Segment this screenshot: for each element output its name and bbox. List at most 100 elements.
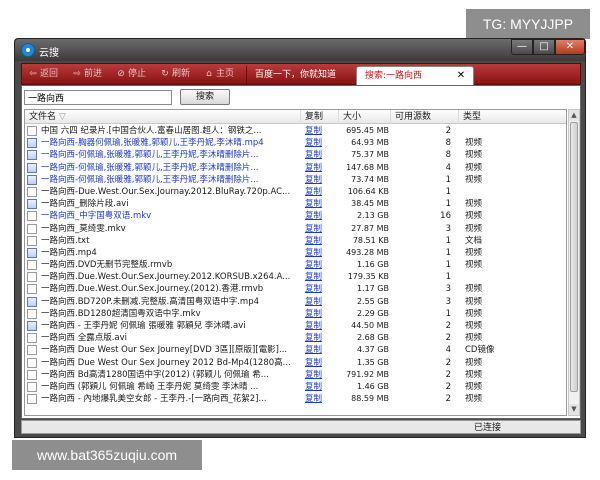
file-name[interactable]: 一路向西-何佩瑜,张暖雅,郭颖儿,王李丹妮,李沐晴删除片...: [41, 174, 303, 186]
file-name[interactable]: 一路向西-何佩瑜,张暖雅,郭颖儿,王李丹妮,李沐晴删除片...: [41, 162, 303, 174]
file-type: 视频: [465, 260, 483, 271]
copy-link[interactable]: 复制: [305, 137, 339, 149]
file-name[interactable]: 一路向西.Due.West.Our.Sex.Journey.(2012).香港.…: [41, 283, 303, 295]
file-name[interactable]: 一路向西 Bd高清1280国语中字(2012) (郭颖儿 何佩瑜 希...: [41, 369, 303, 381]
copy-link[interactable]: 复制: [305, 296, 339, 308]
table-row[interactable]: 一路向西 Due West Our Sex Journey 2012 Bd-Mp…: [25, 357, 566, 369]
tab-baidu[interactable]: 百度一下，你就知道: [246, 66, 358, 86]
scroll-up-icon[interactable]: ▲: [569, 110, 579, 121]
table-row[interactable]: 一路向西_删除片段.avi 复制 38.45 MB 1 视频: [25, 198, 566, 210]
file-name[interactable]: 一路向西 Due West Our Sex Journey[DVD 3區][原版…: [41, 344, 303, 356]
table-row[interactable]: 一路向西-何佩瑜,张暖雅,郭颖儿,王李丹妮,李沐晴删除片... 复制 73.74 M…: [25, 174, 566, 186]
table-row[interactable]: 一路向西.BD1280超清国粤双语中字.mkv 复制 2.29 GB 1 视频: [25, 308, 566, 320]
table-row[interactable]: 一路向西 Bd高清1280国语中字(2012) (郭颖儿 何佩瑜 希... 复制 7…: [25, 369, 566, 381]
forward-button[interactable]: ⇨ 前进: [72, 67, 102, 81]
file-name[interactable]: 一路向西_莫绮雯.mkv: [41, 223, 303, 235]
copy-link[interactable]: 复制: [305, 344, 339, 356]
watermark-top: TG: MYYJJPP: [466, 9, 590, 39]
file-name[interactable]: 一路向西.DVD无删节完整版.rmvb: [41, 259, 303, 271]
copy-link[interactable]: 复制: [305, 271, 339, 283]
video-file-icon: [27, 150, 37, 161]
minimize-button[interactable]: —: [511, 39, 533, 55]
scroll-down-icon[interactable]: ▼: [569, 404, 579, 415]
table-row[interactable]: 中国 六四 纪录片.[中国合伙人.富春山居图.超人：钢铁之... 复制 695.45…: [25, 125, 566, 137]
table-row[interactable]: 一路向西 Due West Our Sex Journey[DVD 3區][原版…: [25, 344, 566, 356]
table-row[interactable]: 一路向西.DVD无删节完整版.rmvb 复制 1.16 GB 1 视频: [25, 259, 566, 271]
stop-button[interactable]: ⊘ 停止: [116, 67, 146, 81]
table-row[interactable]: 一路向西.Due.West.Our.Sex.Journey.2012.KORSU…: [25, 271, 566, 283]
file-name[interactable]: 一路向西-Due.West.Our.Sex.Journay.2012.BluRa…: [41, 186, 303, 198]
column-header-sources[interactable]: 可用源数: [391, 110, 459, 124]
vertical-scrollbar[interactable]: ▲ ▼: [568, 109, 580, 416]
file-name[interactable]: 一路向西 - 內地爆乳美空女郎 - 王李丹.-[一路向西_花絮2]...: [41, 393, 303, 405]
table-row[interactable]: 一路向西.txt 复制 78.51 KB 1 文档: [25, 235, 566, 247]
copy-link[interactable]: 复制: [305, 198, 339, 210]
copy-link[interactable]: 复制: [305, 308, 339, 320]
table-row[interactable]: 一路向西_中字国粤双语.mkv 复制 2.13 GB 16 视频: [25, 210, 566, 222]
home-button[interactable]: ⌂ 主页: [204, 67, 234, 81]
table-row[interactable]: 一路向西.Due.West.Our.Sex.Journey.(2012).香港.…: [25, 283, 566, 295]
table-row[interactable]: 一路向西-何佩瑜,张暖雅,郭颖儿,王李丹妮,李沐晴删除片... 复制 147.68 …: [25, 162, 566, 174]
search-input[interactable]: [24, 90, 172, 105]
maximize-button[interactable]: □: [533, 39, 555, 55]
source-count: 1: [445, 247, 451, 258]
copy-link[interactable]: 复制: [305, 381, 339, 393]
copy-link[interactable]: 复制: [305, 369, 339, 381]
file-name[interactable]: 一路向西 全露点版.avi: [41, 332, 303, 344]
copy-link[interactable]: 复制: [305, 174, 339, 186]
file-name[interactable]: 一路向西 Due West Our Sex Journey 2012 Bd-Mp…: [41, 357, 303, 369]
table-row[interactable]: 一路向西.mp4 复制 493.28 MB 1 视频: [25, 247, 566, 259]
copy-link[interactable]: 复制: [305, 235, 339, 247]
copy-link[interactable]: 复制: [305, 210, 339, 222]
copy-link[interactable]: 复制: [305, 259, 339, 271]
file-name[interactable]: 一路向西.BD720P.未删减.完整版.高清国粤双语中字.mp4: [41, 296, 303, 308]
copy-link[interactable]: 复制: [305, 247, 339, 259]
file-name[interactable]: 一路向西_中字国粤双语.mkv: [41, 210, 303, 222]
column-header-type[interactable]: 类型: [459, 110, 566, 124]
file-size: 791.92 MB: [346, 369, 389, 379]
table-row[interactable]: 一路向西-Due.West.Our.Sex.Journay.2012.BluRa…: [25, 186, 566, 198]
source-count: 2: [445, 126, 451, 136]
table-row[interactable]: 一路向西-何佩瑜,张暖雅,郭颖儿,王李丹妮,李沐晴删除片... 复制 75.37 M…: [25, 149, 566, 161]
close-tab-icon[interactable]: ✕: [455, 70, 467, 82]
table-row[interactable]: 一路向西_莫绮雯.mkv 复制 27.87 MB 3 视频: [25, 223, 566, 235]
column-header-copy[interactable]: 复制: [301, 110, 339, 124]
copy-link[interactable]: 复制: [305, 393, 339, 405]
copy-link[interactable]: 复制: [305, 125, 339, 137]
column-header-size[interactable]: 大小: [339, 110, 391, 124]
file-name[interactable]: 一路向西_删除片段.avi: [41, 198, 303, 210]
copy-link[interactable]: 复制: [305, 357, 339, 369]
search-button[interactable]: 搜索: [180, 89, 230, 105]
table-row[interactable]: 一路向西.BD720P.未删减.完整版.高清国粤双语中字.mp4 复制 2.55 G…: [25, 296, 566, 308]
scroll-thumb[interactable]: [570, 122, 578, 392]
file-name[interactable]: 中国 六四 纪录片.[中国合伙人.富春山居图.超人：钢铁之...: [41, 125, 303, 137]
column-header-name[interactable]: 文件名 ▽: [25, 110, 301, 124]
tab-search[interactable]: 搜索:一路向西 ✕: [356, 66, 474, 86]
file-name[interactable]: 一路向西.mp4: [41, 247, 303, 259]
file-name[interactable]: 一路向西 - 王李丹妮 何佩瑜 張暖雅 郭穎兒 李沐晴.avi: [41, 320, 303, 332]
table-row[interactable]: 一路向西 全露点版.avi 复制 2.68 GB 2 视频: [25, 332, 566, 344]
copy-link[interactable]: 复制: [305, 162, 339, 174]
copy-link[interactable]: 复制: [305, 223, 339, 235]
copy-link[interactable]: 复制: [305, 186, 339, 198]
table-row[interactable]: 一路向西-胸器何佩瑜,张暖雅,郭颖儿,王李丹妮,李沐晴.mp4 复制 64.93 M…: [25, 137, 566, 149]
table-row[interactable]: 一路向西 - 王李丹妮 何佩瑜 張暖雅 郭穎兒 李沐晴.avi 复制 44.50 M…: [25, 320, 566, 332]
table-row[interactable]: 一路向西 - 內地爆乳美空女郎 - 王李丹.-[一路向西_花絮2]... 复制 88…: [25, 393, 566, 405]
file-name[interactable]: 一路向西.txt: [41, 235, 303, 247]
file-size: 2.55 GB: [356, 296, 389, 306]
file-name[interactable]: 一路向西-何佩瑜,张暖雅,郭颖儿,王李丹妮,李沐晴删除片...: [41, 149, 303, 161]
copy-link[interactable]: 复制: [305, 149, 339, 161]
close-button[interactable]: ✕: [555, 39, 585, 55]
file-name[interactable]: 一路向西.BD1280超清国粤双语中字.mkv: [41, 308, 303, 320]
table-row[interactable]: 一路向西 (郭穎儿 何佩瑜 希崎 王李丹妮 莫绮雯 李沐晴 ... 复制 1.46 …: [25, 381, 566, 393]
copy-link[interactable]: 复制: [305, 332, 339, 344]
copy-link[interactable]: 复制: [305, 283, 339, 295]
file-name[interactable]: 一路向西-胸器何佩瑜,张暖雅,郭颖儿,王李丹妮,李沐晴.mp4: [41, 137, 303, 149]
file-size: 2.68 GB: [356, 333, 389, 343]
file-name[interactable]: 一路向西 (郭穎儿 何佩瑜 希崎 王李丹妮 莫绮雯 李沐晴 ...: [41, 381, 303, 393]
file-name[interactable]: 一路向西.Due.West.Our.Sex.Journey.2012.KORSU…: [41, 271, 303, 283]
refresh-button[interactable]: ↻ 刷新: [160, 67, 190, 81]
copy-link[interactable]: 复制: [305, 320, 339, 332]
back-button[interactable]: ⇦ 返回: [28, 67, 58, 81]
app-logo-icon: [21, 43, 35, 57]
